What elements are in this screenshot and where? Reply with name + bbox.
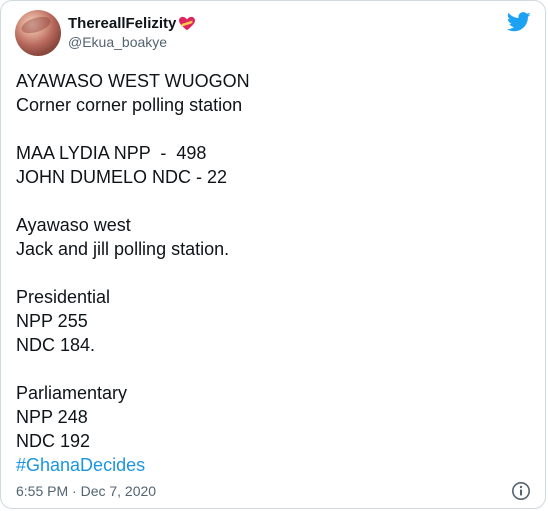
- tweet-header: ThereallFelizity @Ekua_boakye: [15, 10, 531, 58]
- author-names: ThereallFelizity @Ekua_boakye: [68, 14, 196, 52]
- tweet-line: AYAWASO WEST WUOGON: [16, 71, 250, 91]
- tweet-line: [16, 117, 531, 141]
- tweet-line: MAA LYDIA NPP - 498: [16, 143, 207, 163]
- tweet-line: [16, 261, 531, 285]
- tweet-line: [16, 357, 531, 381]
- info-icon[interactable]: [511, 481, 531, 501]
- tweet-line: Jack and jill polling station.: [16, 239, 230, 259]
- tweet-line: [16, 189, 531, 213]
- tweet-line: Parliamentary: [16, 383, 128, 403]
- author-display-name-row[interactable]: ThereallFelizity: [68, 14, 196, 33]
- twitter-bird-icon[interactable]: [507, 12, 531, 32]
- author-handle[interactable]: @Ekua_boakye: [68, 33, 196, 52]
- tweet-line: Corner corner polling station: [16, 95, 243, 115]
- tweet-line: Presidential: [16, 287, 111, 307]
- tweet-line: Ayawaso west: [16, 215, 131, 235]
- tweet-card: ThereallFelizity @Ekua_boakye AYAWASO WE…: [0, 0, 546, 509]
- tweet-line: JOHN DUMELO NDC - 22: [16, 167, 228, 187]
- tweet-line: NDC 192: [16, 431, 91, 451]
- avatar[interactable]: [15, 10, 61, 56]
- tweet-body: AYAWASO WEST WUOGON Corner corner pollin…: [16, 69, 531, 477]
- tweet-line: NDC 184.: [16, 335, 96, 355]
- tweet-line: NPP 255: [16, 311, 88, 331]
- tweet-timestamp[interactable]: 6:55 PM · Dec 7, 2020: [16, 483, 156, 499]
- hashtag-link[interactable]: #GhanaDecides: [16, 453, 531, 477]
- author-display-name[interactable]: ThereallFelizity: [68, 14, 176, 33]
- tweet-line: NPP 248: [16, 407, 88, 427]
- heart-with-ribbon-icon: [179, 16, 196, 30]
